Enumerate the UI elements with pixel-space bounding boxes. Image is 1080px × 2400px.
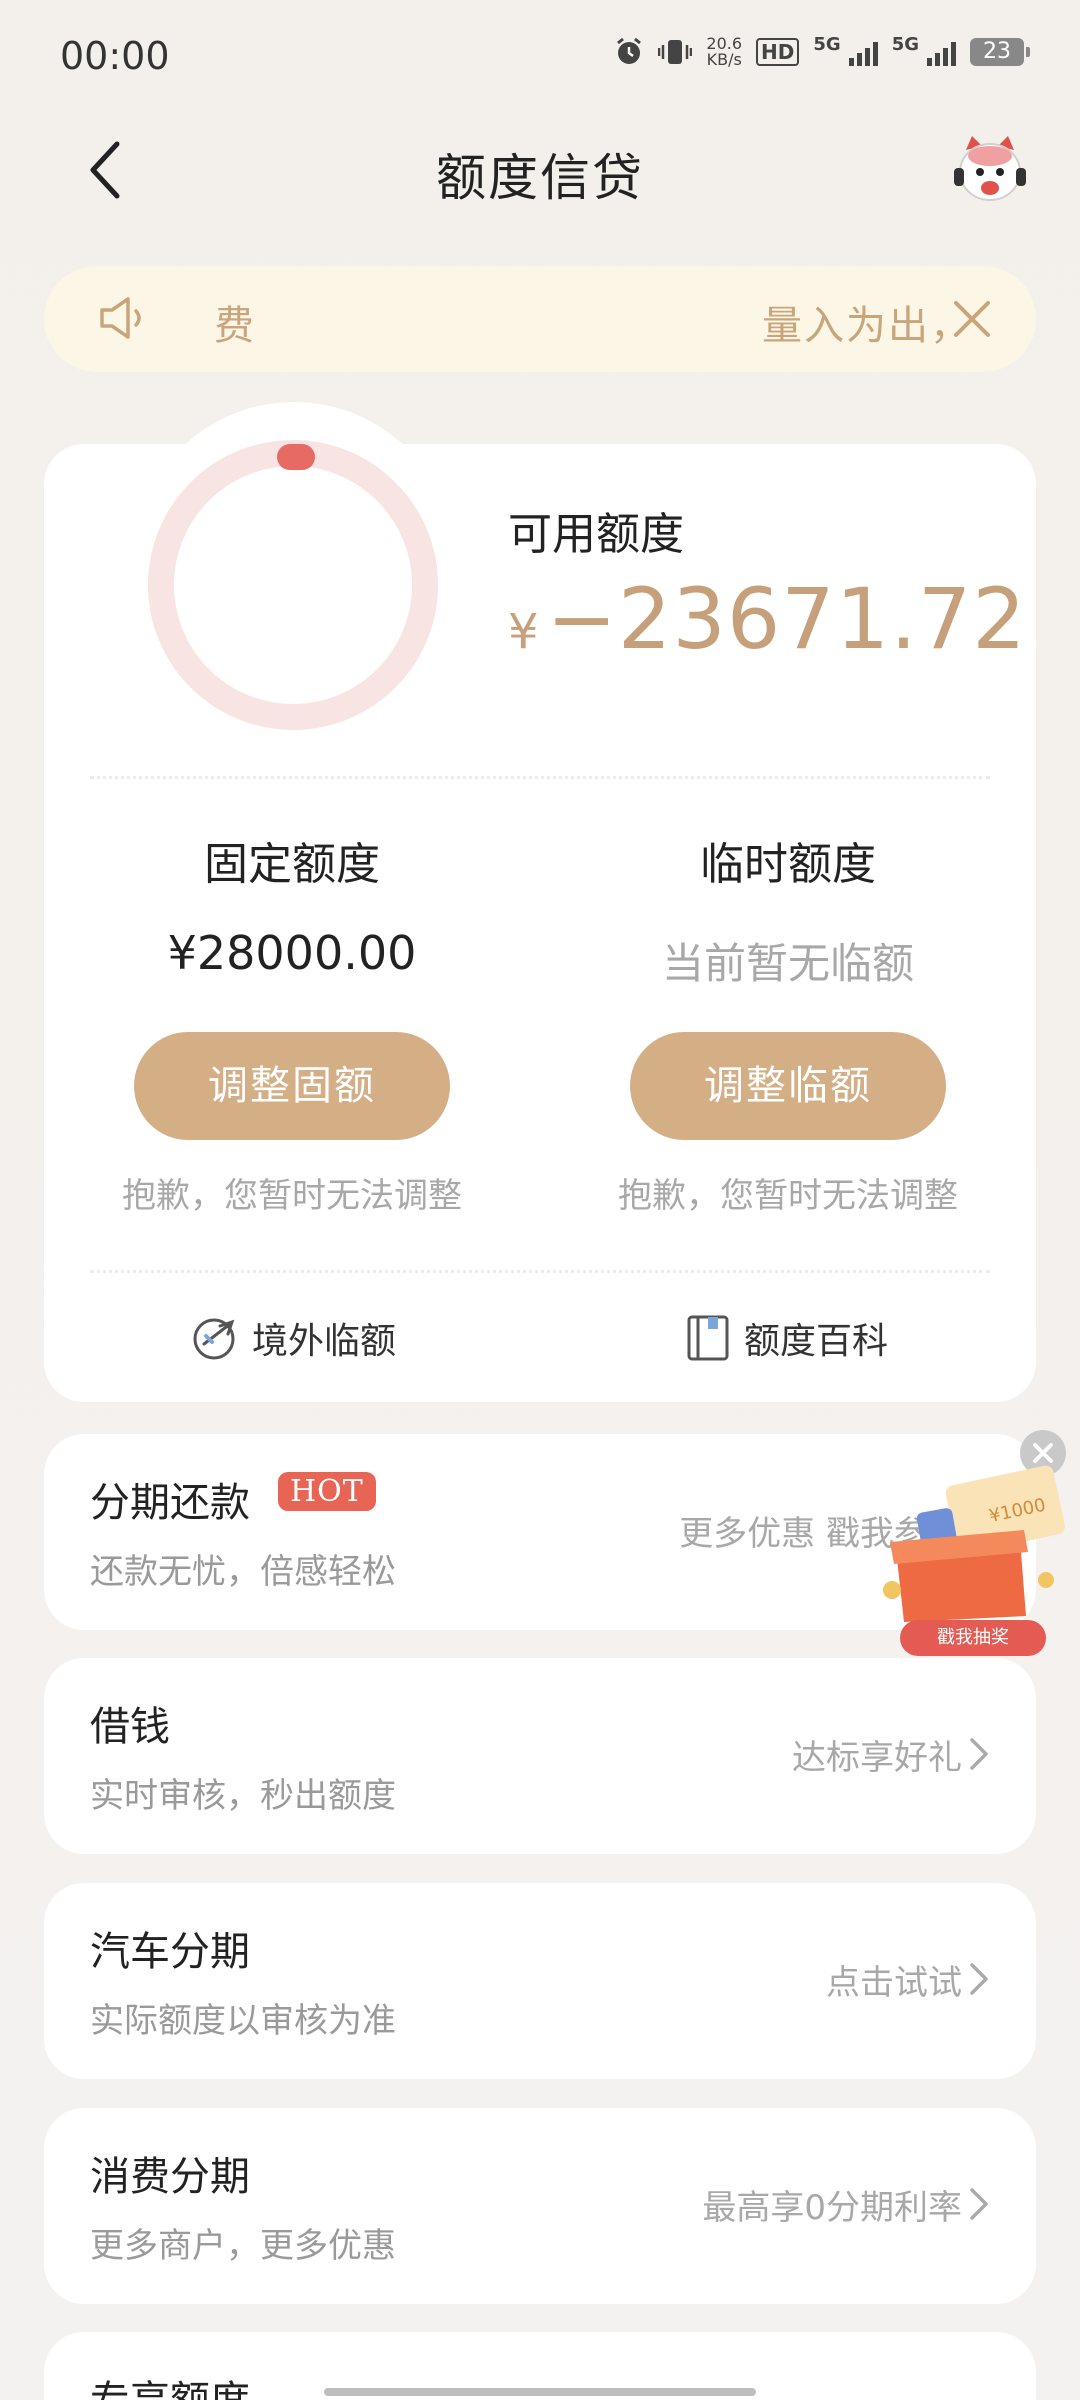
notice-text-end: 量入为出， (762, 303, 972, 349)
fixed-credit-title: 固定额度 (204, 839, 380, 890)
borrow-money-card[interactable]: 借钱 实时审核，秒出额度 达标享好礼 (44, 1658, 1036, 1854)
card-subtitle: 还款无忧，倍感轻松 (90, 1552, 396, 1592)
card-title: 汽车分期 (90, 1929, 250, 1975)
credit-usage-ring (148, 440, 438, 730)
fixed-credit-note: 抱歉，您暂时无法调整 (122, 1176, 462, 1216)
status-time: 00:00 (60, 34, 170, 78)
ring-marker (277, 444, 315, 470)
sim2-network-type: 5G (891, 34, 919, 55)
credit-encyclopedia-link[interactable]: 额度百科 (686, 1312, 888, 1364)
card-subtitle: 实际额度以审核为准 (90, 2001, 396, 2041)
status-icons: 20.6 KB/s HD 5G 5G 23 (614, 33, 1030, 69)
available-credit-amount: ¥−23671.72 (508, 570, 1027, 668)
currency-symbol: ¥ (508, 604, 539, 660)
card-promo-text: 最高享0分期利率 (702, 2188, 962, 2228)
vibrate-icon (658, 39, 693, 64)
temporary-credit-note: 抱歉，您暂时无法调整 (618, 1176, 958, 1216)
hot-badge: HOT (278, 1472, 376, 1511)
hd-voice-icon: HD (756, 37, 800, 66)
header: 额度信贷 (0, 110, 1080, 230)
consumer-installment-card[interactable]: 消费分期 更多商户，更多优惠 最高享0分期利率 (44, 2108, 1036, 2304)
signal-icon (848, 38, 878, 66)
book-icon (687, 1315, 729, 1361)
car-installment-card[interactable]: 汽车分期 实际额度以审核为准 点击试试 (44, 1883, 1036, 2079)
encyclopedia-link-label: 额度百科 (744, 1321, 889, 1362)
home-indicator[interactable] (324, 2388, 756, 2396)
globe-plane-icon (193, 1318, 235, 1360)
adjust-temporary-credit-button[interactable]: 调整临额 (630, 1032, 946, 1140)
chevron-right-icon (970, 1738, 988, 1770)
card-title: 借钱 (90, 1704, 170, 1750)
card-promo-text: 点击试试 (826, 1963, 962, 2003)
speaker-icon (100, 297, 141, 339)
notice-bar[interactable]: 费 量入为出， (44, 266, 1036, 372)
overseas-link-label: 境外临额 (252, 1321, 397, 1362)
close-icon[interactable] (948, 295, 996, 343)
overseas-temporary-credit-link[interactable]: 境外临额 (190, 1312, 396, 1364)
status-bar: 00:00 20.6 KB/s HD 5G 5G 23 (0, 0, 1080, 110)
adjust-fixed-credit-button[interactable]: 调整固额 (134, 1032, 450, 1140)
card-title: 专享额度 (90, 2368, 250, 2400)
card-promo-text: 达标享好礼 (792, 1738, 962, 1778)
chevron-right-icon (970, 2188, 988, 2220)
available-credit-label: 可用额度 (508, 509, 684, 560)
lottery-promo-widget[interactable]: ¥1000 戳我抽奖 (870, 1430, 1076, 1660)
signal-icon (927, 38, 956, 66)
divider (90, 776, 990, 779)
sim1-network-type: 5G (813, 34, 841, 55)
card-title: 分期还款 (90, 1480, 250, 1526)
available-credit-value: −23671.72 (546, 570, 1027, 668)
lottery-label: 戳我抽奖 (900, 1620, 1046, 1656)
gift-box-icon: ¥1000 (883, 1465, 1065, 1622)
customer-service-mascot-icon[interactable] (952, 132, 1028, 208)
alarm-icon (617, 37, 642, 64)
page-title: 额度信贷 (436, 149, 644, 207)
card-title: 消费分期 (90, 2154, 250, 2200)
card-subtitle: 更多商户，更多优惠 (90, 2226, 396, 2266)
divider (90, 1270, 990, 1273)
fixed-credit-value: ¥28000.00 (167, 926, 417, 980)
chevron-right-icon (970, 1963, 988, 1995)
temporary-credit-title: 临时额度 (700, 839, 876, 890)
notice-text-start: 费 (214, 303, 254, 349)
card-subtitle: 实时审核，秒出额度 (90, 1776, 396, 1816)
temporary-credit-value: 当前暂无临额 (661, 939, 914, 988)
battery-icon: 23 (970, 37, 1030, 66)
net-speed: 20.6 KB/s (706, 33, 743, 69)
